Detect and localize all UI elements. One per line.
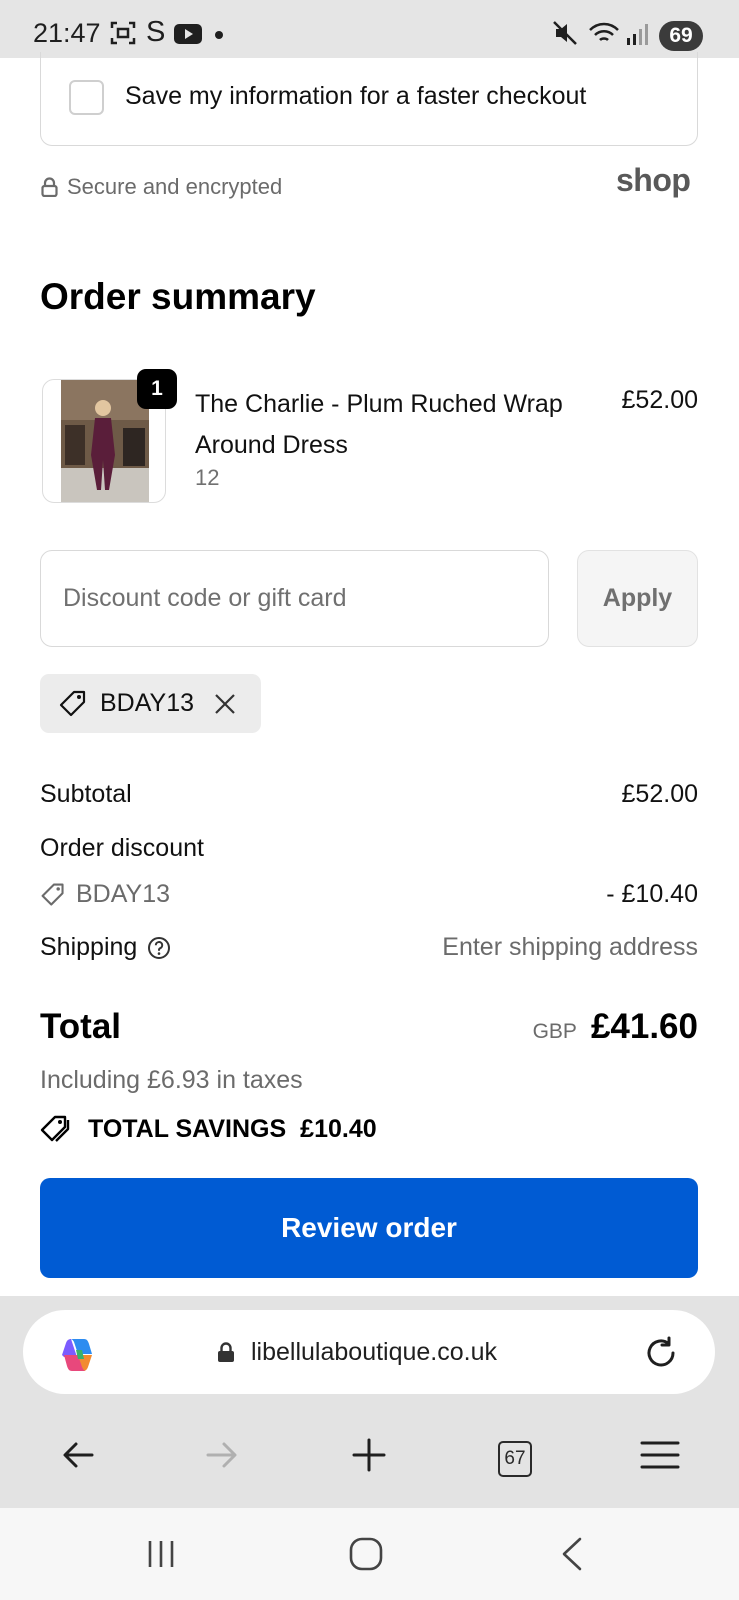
discount-code-text: BDAY13 [76, 880, 171, 908]
applied-code-label: BDAY13 [100, 689, 195, 717]
taxes-note: Including £6.93 in taxes [40, 1066, 303, 1094]
signal-icon [627, 24, 648, 45]
status-bar: 21:47 S 69 [0, 0, 739, 58]
screenshot-icon [110, 21, 136, 45]
remove-code-button[interactable] [214, 693, 236, 715]
total-amount-group: GBP £41.60 [533, 1007, 698, 1047]
total-savings: TOTAL SAVINGS £10.40 [40, 1114, 377, 1144]
currency-code: GBP [532, 1020, 577, 1043]
secure-text: Secure and encrypted [67, 174, 283, 199]
quantity-badge: 1 [137, 369, 177, 409]
notification-dot [215, 31, 223, 39]
home-icon[interactable] [349, 1537, 383, 1571]
total-amount: £41.60 [590, 1007, 698, 1046]
savings-label: TOTAL SAVINGS [88, 1114, 287, 1143]
system-navigation-bar [0, 1508, 739, 1600]
battery-indicator: 69 [659, 21, 703, 51]
forward-icon[interactable] [204, 1437, 240, 1473]
url-lock-icon [218, 1342, 234, 1362]
shipping-row: Shipping [40, 933, 171, 962]
subtotal-label: Subtotal [40, 780, 132, 808]
new-tab-icon[interactable] [351, 1437, 387, 1473]
menu-icon[interactable] [640, 1437, 680, 1473]
order-summary-title: Order summary [40, 276, 316, 317]
applied-code-chip: BDAY13 [40, 674, 261, 733]
apply-button[interactable]: Apply [577, 550, 698, 647]
back-icon[interactable] [60, 1437, 96, 1473]
shipping-value: Enter shipping address [442, 933, 698, 961]
review-order-button[interactable]: Review order [40, 1178, 698, 1278]
savings-tag-icon [40, 1115, 70, 1142]
product-price: £52.00 [621, 386, 698, 414]
discount-code-input[interactable] [40, 550, 549, 647]
discount-value: - £10.40 [606, 880, 698, 908]
lock-icon [41, 177, 58, 197]
save-info-label: Save my information for a faster checkou… [125, 82, 587, 110]
tag-icon [41, 883, 64, 906]
savings-value: £10.40 [300, 1114, 377, 1143]
help-icon[interactable] [147, 936, 171, 960]
shop-logo: shop [616, 162, 691, 198]
subtotal-value: £52.00 [621, 780, 698, 808]
save-info-checkbox[interactable] [69, 80, 104, 115]
status-time: 21:47 [33, 18, 101, 48]
discount-code-row: BDAY13 [40, 880, 170, 909]
secure-notice: Secure and encrypted [41, 174, 282, 200]
s-app-icon: S [146, 16, 166, 48]
youtube-icon [174, 24, 202, 44]
reload-icon[interactable] [642, 1334, 680, 1372]
mute-icon [553, 21, 577, 45]
tabs-count-button[interactable]: 67 [498, 1441, 532, 1477]
close-icon [215, 693, 235, 714]
product-name: The Charlie - Plum Ruched Wrap Around Dr… [195, 390, 563, 459]
wifi-icon [589, 22, 619, 41]
order-discount-label: Order discount [40, 834, 204, 862]
tag-icon [59, 690, 86, 716]
system-back-icon[interactable] [560, 1537, 584, 1571]
copilot-icon[interactable] [56, 1333, 100, 1377]
url-text[interactable]: libellulaboutique.co.uk [251, 1338, 497, 1367]
total-label: Total [40, 1007, 122, 1046]
recent-apps-icon[interactable] [145, 1538, 177, 1570]
product-variant: 12 [195, 465, 220, 490]
shipping-label: Shipping [40, 933, 138, 961]
